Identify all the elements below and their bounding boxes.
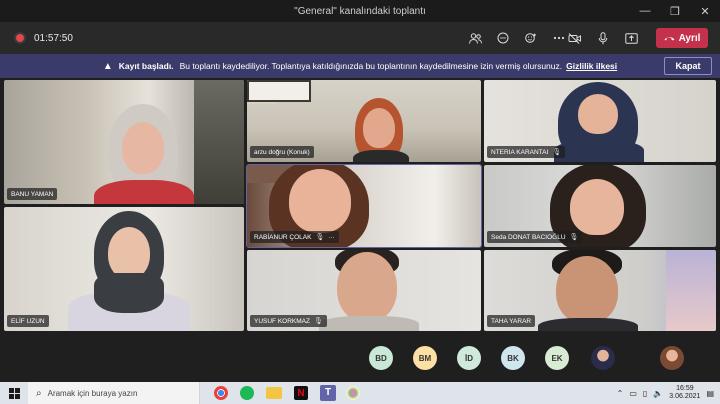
people-icon[interactable] [464,27,486,49]
windows-taskbar: ⌕ Aramak için buraya yazın N T ⌃ ▭ ▯ 🔈 1… [0,382,720,404]
participant-video [94,100,214,204]
chrome-icon[interactable] [214,386,228,400]
clock-date: 3.06.2021 [669,393,701,400]
participant-name-tag: arzu doğru (Konuk) [250,146,314,158]
media-controls [564,22,642,54]
participant-avatar-bar: BD BM İD BK EK [0,334,720,382]
participant-avatar[interactable]: BK [501,346,525,370]
taskbar-search-box[interactable]: ⌕ Aramak için buraya yazın [28,382,200,404]
recording-icon [16,34,24,42]
mic-muted-icon: 🎙 [569,234,579,241]
taskbar-clock[interactable]: 16:59 3.06.2021 [669,385,700,401]
network-icon[interactable]: ▭ [629,389,637,398]
participant-name: TAHA YARAR [491,317,532,325]
participant-name-tag: BANU YAMAN [7,188,58,200]
phone-hangup-icon [664,37,675,41]
mic-muted-icon: 🎙 [315,234,325,241]
battery-icon[interactable]: ▯ [643,389,647,398]
participant-name: Seda DONAT BACIOĞLU [491,233,566,241]
dismiss-button[interactable]: Kapat [664,57,712,75]
participant-name-tag: TAHA YARAR [487,315,536,327]
leave-label: Ayrıl [678,32,701,44]
participant-video [554,82,644,162]
participant-photo-avatar[interactable] [591,346,615,370]
chat-icon[interactable] [492,27,514,49]
teams-icon[interactable]: T [320,385,336,401]
participant-name: RABİANUR ÇOLAK [254,233,312,241]
leave-button[interactable]: Ayrıl [656,28,708,48]
participant-name: YUSUF KORKMAZ [254,317,310,325]
mic-muted-icon: 🎙 [313,318,323,325]
video-tile[interactable]: YUSUF KORKMAZ 🎙 [247,250,481,331]
system-tray: ⌃ ▭ ▯ 🔈 16:59 3.06.2021 ▤ [617,382,714,404]
camera-off-icon[interactable] [564,27,586,49]
video-tile[interactable]: RABİANUR ÇOLAK 🎙 ··· [246,164,482,248]
video-tile[interactable]: TAHA YARAR [484,250,716,331]
toolbar-actions [464,22,570,54]
self-photo-avatar[interactable] [660,346,684,370]
warning-icon: ▲ [102,60,113,72]
meeting-timer: 01:57:50 [34,32,73,44]
participant-name: NTERIA KARANTAI [491,148,549,156]
search-icon: ⌕ [36,387,42,399]
video-tile[interactable]: BANU YAMAN [4,80,244,204]
privacy-policy-link[interactable]: Gizlilik ilkesi [566,61,617,71]
minimize-button[interactable]: — [630,0,660,22]
participant-avatar[interactable]: EK [545,346,569,370]
taskbar-apps: N T [214,385,360,401]
file-explorer-icon[interactable] [266,387,282,399]
reactions-icon[interactable] [520,27,542,49]
share-icon[interactable] [620,27,642,49]
volume-icon[interactable]: 🔈 [653,389,663,398]
participant-name: arzu doğru (Konuk) [254,148,310,156]
close-button[interactable]: ✕ [690,0,720,22]
notifications-icon[interactable]: ▤ [706,389,714,398]
meeting-toolbar: 01:57:50 Ayrıl [0,22,720,54]
participant-video [347,98,417,162]
participant-video [319,250,419,331]
participant-name-tag: YUSUF KORKMAZ 🎙 [250,315,327,327]
video-tile[interactable]: ELİF UZUN [4,207,244,331]
participant-name-tag: NTERIA KARANTAI 🎙 [487,146,566,158]
windows-start-icon[interactable] [0,382,28,404]
participant-video [538,250,638,331]
taskbar-search-placeholder: Aramak için buraya yazın [47,388,138,398]
video-tile[interactable]: arzu doğru (Konuk) [247,80,481,162]
mic-muted-icon: 🎙 [552,149,562,156]
chevron-up-icon[interactable]: ⌃ [617,389,624,398]
video-tile[interactable]: Seda DONAT BACIOĞLU 🎙 [484,165,716,247]
recording-banner: ▲ Kayıt başladı. Bu toplantı kaydediliyo… [0,54,720,78]
participant-name-tag: RABİANUR ÇOLAK 🎙 ··· [250,231,339,243]
participant-name: ELİF UZUN [11,317,45,325]
banner-title: Kayıt başladı. [118,61,174,71]
banner-message: Bu toplantı kaydediliyor. Toplantıya kat… [179,61,563,71]
video-grid: BANU YAMAN arzu doğru (Konuk) NTERIA KAR… [0,78,720,334]
clock-time: 16:59 [676,385,694,392]
window-controls: — ❐ ✕ [630,0,720,22]
participant-avatar[interactable]: İD [457,346,481,370]
participant-name-tag: Seda DONAT BACIOĞLU 🎙 [487,231,583,243]
participant-name: BANU YAMAN [11,190,54,198]
participant-name-tag: ELİF UZUN [7,315,49,327]
participant-avatar[interactable]: BD [369,346,393,370]
paint-icon[interactable] [346,386,360,400]
participant-more-options[interactable]: ··· [328,234,335,241]
participant-video [64,211,194,331]
microphone-icon[interactable] [592,27,614,49]
spotify-icon[interactable] [240,386,254,400]
maximize-button[interactable]: ❐ [660,0,690,22]
participant-avatar[interactable]: BM [413,346,437,370]
netflix-icon[interactable]: N [294,386,308,400]
window-title: "General" kanalındaki toplantı [294,5,426,17]
title-bar: "General" kanalındaki toplantı — ❐ ✕ [0,0,720,22]
video-tile[interactable]: NTERIA KARANTAI 🎙 [484,80,716,162]
